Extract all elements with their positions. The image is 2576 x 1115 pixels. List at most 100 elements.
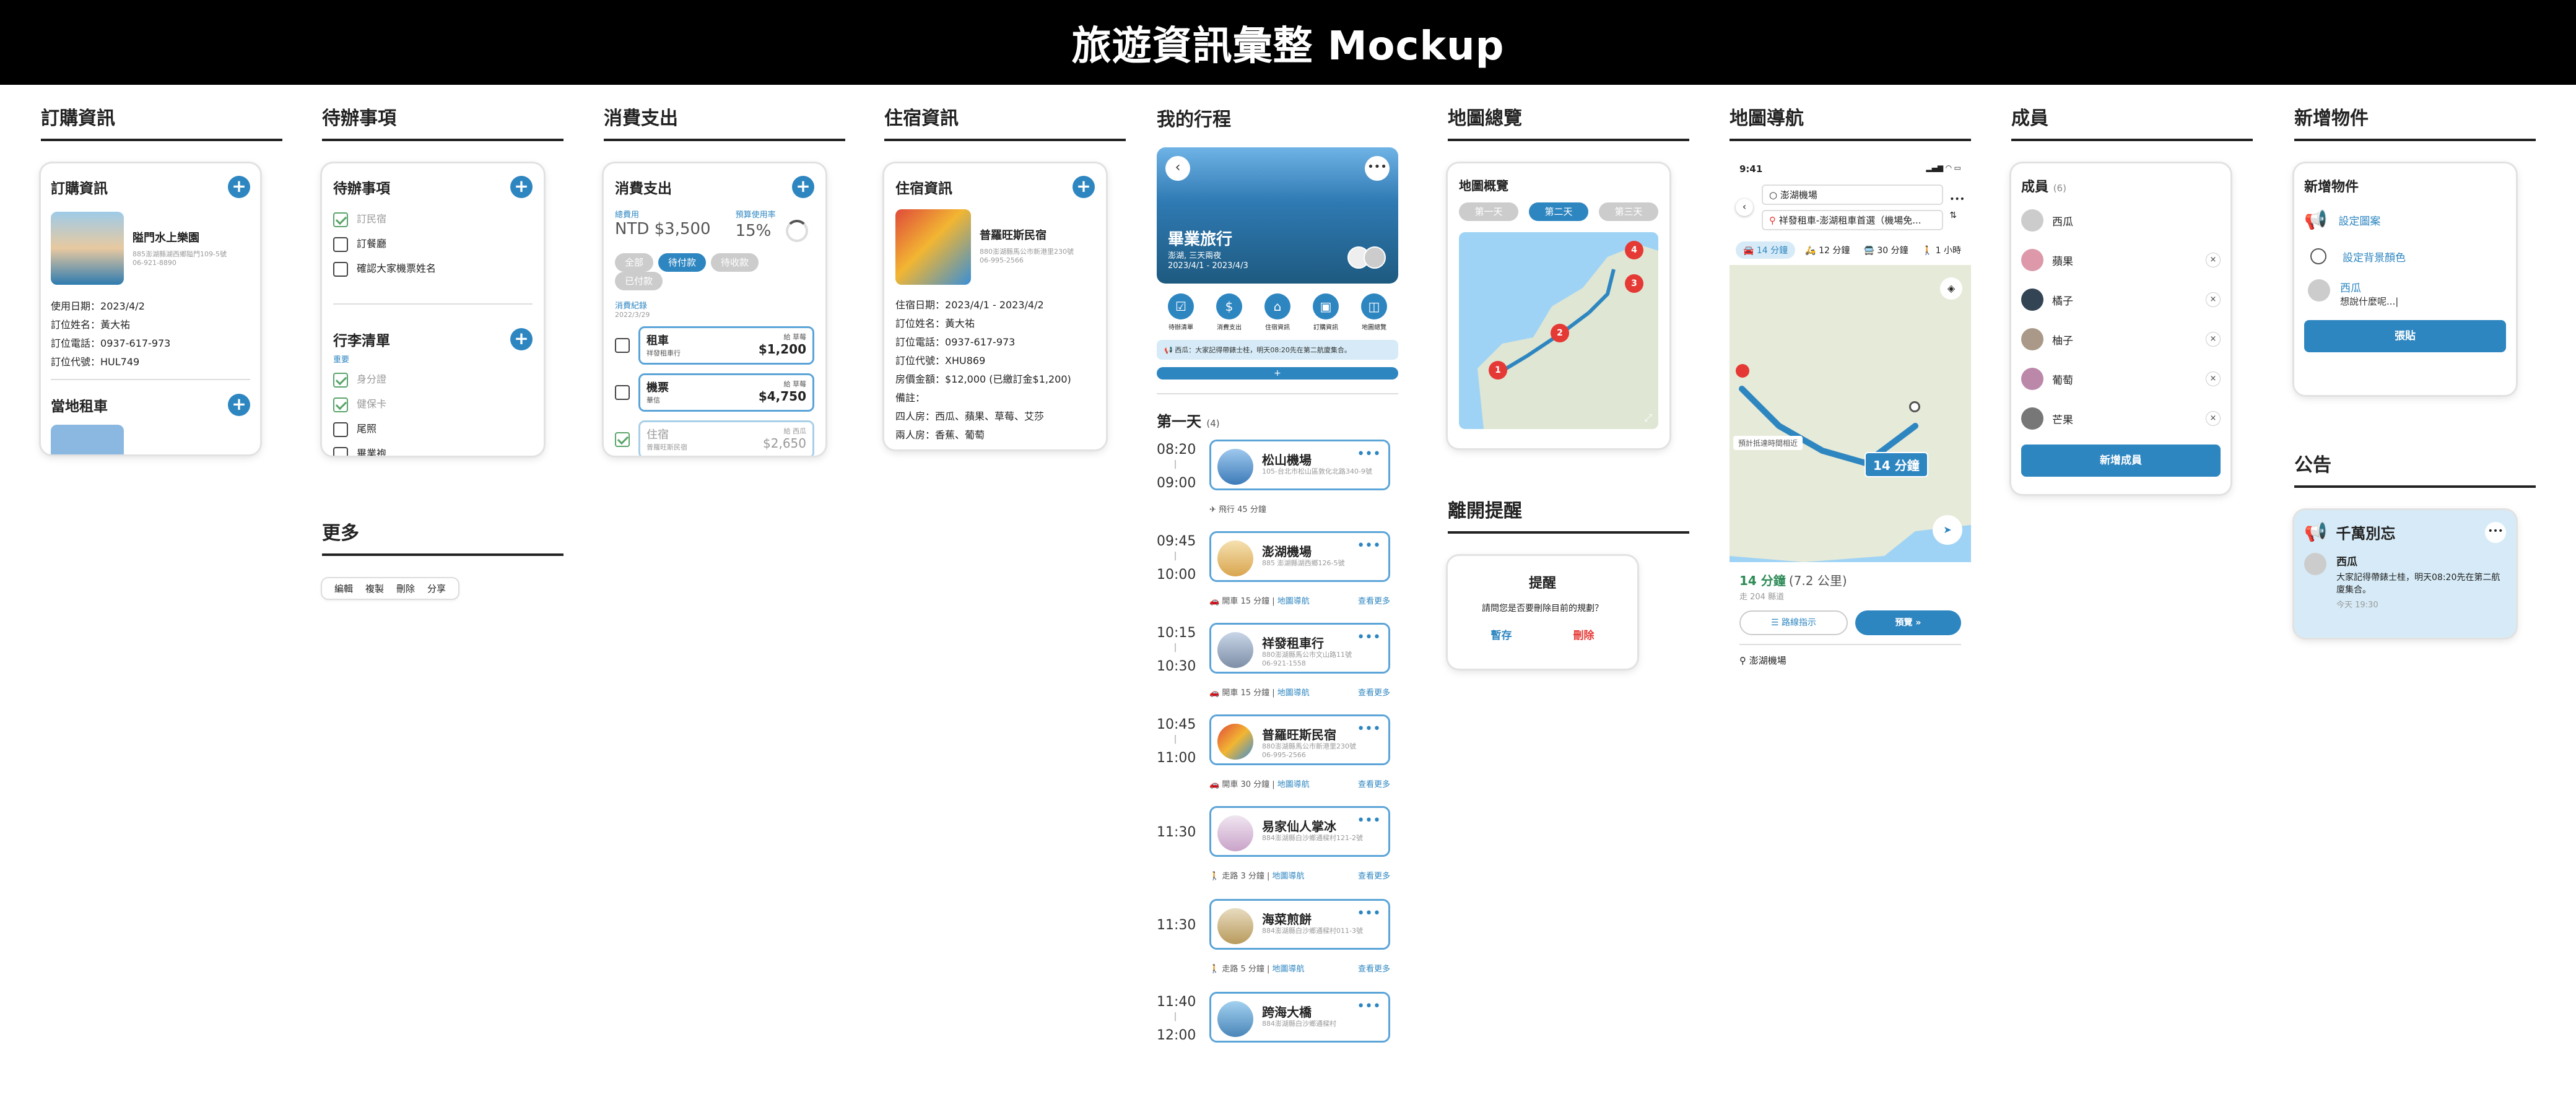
delete-button[interactable]: 刪除: [1573, 627, 1595, 642]
expense-record[interactable]: 住宿 普羅旺斯民宿 給 西瓜 $2,650: [615, 420, 814, 456]
post-composer[interactable]: 西瓜 想說什麼呢...|: [2304, 279, 2506, 308]
stop-card[interactable]: 跨海大橋 884澎湖縣白沙鄉通樑村 •••: [1209, 992, 1390, 1043]
checkbox[interactable]: [333, 446, 348, 456]
shortcut-order[interactable]: ▣ 訂購資訊: [1313, 293, 1339, 331]
nav-link[interactable]: 地圖導航: [1273, 872, 1305, 881]
steps-button[interactable]: ☰ 路線指示: [1739, 610, 1848, 635]
stop-card[interactable]: 祥發租車行 880澎湖縣馬公市文山路11號 06-921-1558 •••: [1209, 623, 1390, 674]
member-row[interactable]: 西瓜: [2021, 201, 2221, 240]
shortcut-expense[interactable]: $ 消費支出: [1216, 293, 1242, 331]
stop-card[interactable]: 澎湖機場 885 澎湖縣湖西鄉126-5號 •••: [1209, 531, 1390, 582]
tab-day1[interactable]: 第一天: [1459, 202, 1518, 221]
filter-all[interactable]: 全部: [615, 253, 654, 272]
back-icon[interactable]: ‹: [1736, 199, 1753, 216]
map-pin[interactable]: 1: [1489, 361, 1507, 380]
see-more-link[interactable]: 查看更多: [1358, 869, 1390, 881]
add-button[interactable]: +: [1073, 176, 1095, 198]
remove-member-button[interactable]: ×: [2206, 253, 2221, 267]
back-button[interactable]: ‹: [1165, 156, 1190, 181]
checkbox[interactable]: [615, 338, 630, 353]
mode-motorbike[interactable]: 🛵 12 分鐘: [1801, 241, 1853, 259]
more-icon[interactable]: •••: [1357, 999, 1381, 1014]
more-icon[interactable]: •••: [1357, 721, 1381, 737]
more-icon[interactable]: •••: [1357, 446, 1381, 462]
layers-icon[interactable]: ◈: [1940, 277, 1962, 300]
menu-edit[interactable]: 編輯: [328, 582, 359, 595]
filter-pending-pay[interactable]: 待付款: [658, 253, 707, 272]
mode-walk[interactable]: 🚶 1 小時: [1918, 241, 1965, 259]
todo-item[interactable]: 訂餐廳: [333, 232, 533, 256]
member-row[interactable]: 橘子 ×: [2021, 280, 2221, 319]
see-more-link[interactable]: 查看更多: [1358, 686, 1390, 698]
checkbox[interactable]: [333, 397, 348, 412]
stop-card[interactable]: 易家仙人掌冰 884澎湖縣白沙鄉通樑村121-2號 •••: [1209, 806, 1390, 857]
todo-item[interactable]: 確認大家機票姓名: [333, 256, 533, 281]
nav-link[interactable]: 地圖導航: [1277, 688, 1310, 698]
menu-copy[interactable]: 複製: [359, 582, 390, 595]
origin-field[interactable]: ○ 澎湖機場: [1762, 184, 1944, 205]
more-icon[interactable]: •••: [1949, 194, 1965, 204]
locate-icon[interactable]: ➤: [1933, 515, 1962, 545]
member-row[interactable]: 蘋果 ×: [2021, 240, 2221, 280]
map-pin[interactable]: 3: [1625, 274, 1643, 293]
see-more-link[interactable]: 查看更多: [1358, 594, 1390, 606]
add-button[interactable]: +: [228, 394, 250, 416]
shortcut-stay[interactable]: ⌂ 住宿資訊: [1264, 293, 1290, 331]
member-row[interactable]: 柚子 ×: [2021, 319, 2221, 359]
add-button[interactable]: +: [792, 176, 814, 198]
post-button[interactable]: 張貼: [2304, 320, 2506, 352]
set-color-option[interactable]: 設定背景顏色: [2304, 248, 2506, 264]
add-button[interactable]: +: [228, 176, 250, 198]
radio-icon[interactable]: [2310, 248, 2326, 264]
swap-icon[interactable]: ⇅: [1949, 210, 1965, 220]
post-input[interactable]: 想說什麼呢...|: [2340, 295, 2398, 308]
tab-day2[interactable]: 第二天: [1529, 202, 1588, 221]
nav-link[interactable]: 地圖導航: [1277, 597, 1310, 606]
add-button[interactable]: +: [510, 176, 533, 198]
nav-link[interactable]: 地圖導航: [1273, 965, 1305, 974]
member-row[interactable]: 芒果 ×: [2021, 399, 2221, 438]
filter-paid[interactable]: 已付款: [615, 272, 663, 290]
expense-record[interactable]: 機票 華信 給 草莓 $4,750: [615, 373, 814, 412]
more-icon[interactable]: •••: [1357, 813, 1381, 828]
packing-item[interactable]: 身分證: [333, 367, 533, 392]
expand-button[interactable]: +: [1157, 367, 1398, 380]
packing-item[interactable]: 尾照: [333, 417, 533, 441]
overview-map[interactable]: 1 2 3 4 ⤢: [1459, 232, 1658, 429]
see-more-link[interactable]: 查看更多: [1358, 962, 1390, 974]
menu-delete[interactable]: 刪除: [390, 582, 421, 595]
packing-item[interactable]: 畢業袍: [333, 441, 533, 456]
more-button[interactable]: •••: [2485, 521, 2506, 543]
remove-member-button[interactable]: ×: [2206, 332, 2221, 347]
stop-card[interactable]: 松山機場 105-台北市松山區敦化北路340-9號 •••: [1209, 440, 1390, 490]
packing-item[interactable]: 健保卡: [333, 392, 533, 417]
checkbox[interactable]: [333, 422, 348, 437]
see-more-link[interactable]: 查看更多: [1358, 778, 1390, 789]
save-draft-button[interactable]: 暫存: [1491, 627, 1512, 642]
nav-map[interactable]: 14 分鐘 預計抵達時間相近 ◈ ➤: [1730, 265, 1971, 562]
destination-field[interactable]: ⚲ 祥發租車-澎湖租車首選（機場免...: [1762, 210, 1944, 230]
checkbox[interactable]: [333, 212, 348, 227]
menu-share[interactable]: 分享: [421, 582, 452, 595]
map-pin[interactable]: 2: [1551, 324, 1569, 342]
remove-member-button[interactable]: ×: [2206, 411, 2221, 426]
destination-pin[interactable]: [1736, 364, 1749, 378]
preview-button[interactable]: 預覽 »: [1855, 610, 1961, 635]
member-row[interactable]: 葡萄 ×: [2021, 359, 2221, 399]
checkbox[interactable]: [333, 236, 348, 252]
add-member-button[interactable]: 新增成員: [2021, 445, 2221, 477]
announcement-banner[interactable]: 📢 西瓜：大家記得帶錶士桂，明天08:20先在第二航廈集合。: [1157, 340, 1398, 360]
add-button[interactable]: +: [510, 328, 533, 350]
more-icon[interactable]: •••: [1357, 630, 1381, 645]
tab-day3[interactable]: 第三天: [1599, 202, 1658, 221]
set-icon-option[interactable]: 📢 設定圖案: [2304, 209, 2506, 231]
stop-card[interactable]: 海菜煎餅 884澎湖縣白沙鄉通樑村011-3號 •••: [1209, 899, 1390, 950]
todo-item[interactable]: 訂民宿: [333, 207, 533, 232]
checkbox[interactable]: [333, 261, 348, 277]
expense-record[interactable]: 租車 祥發租車行 給 草莓 $1,200: [615, 326, 814, 365]
more-icon[interactable]: •••: [1357, 906, 1381, 921]
mode-transit[interactable]: 🚍 30 分鐘: [1860, 241, 1912, 259]
remove-member-button[interactable]: ×: [2206, 292, 2221, 307]
checkbox[interactable]: [615, 432, 630, 447]
shortcut-map[interactable]: ◫ 地圖總覽: [1361, 293, 1387, 331]
